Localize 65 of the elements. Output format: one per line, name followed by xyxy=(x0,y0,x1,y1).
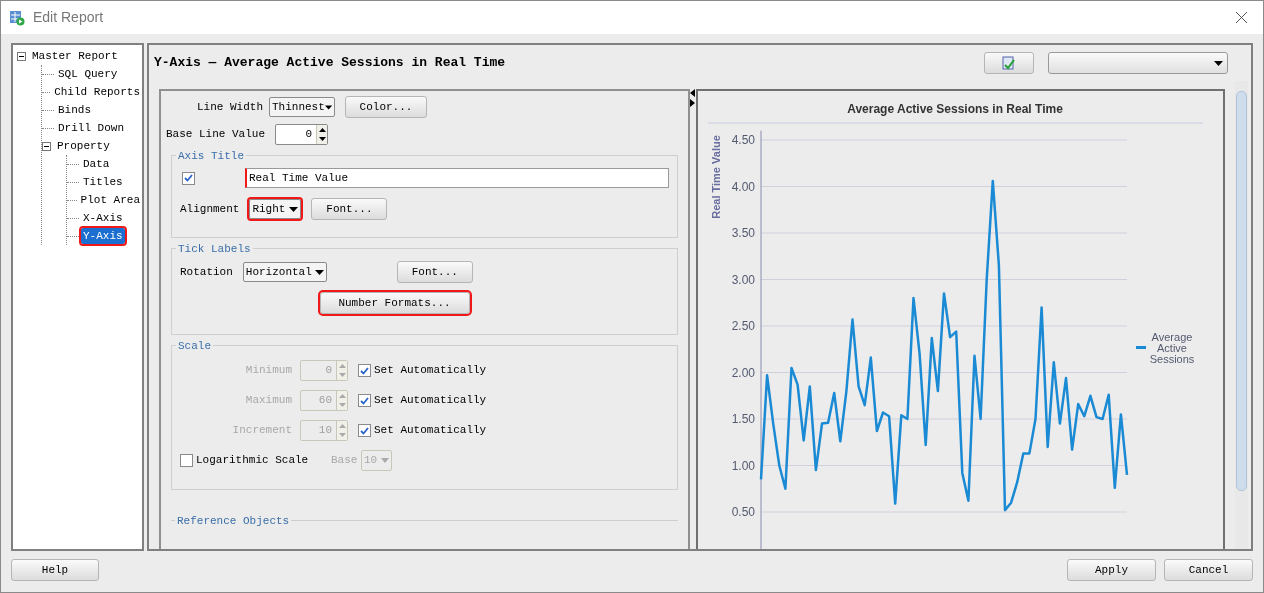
tick-label: 2.50 xyxy=(731,319,755,333)
down-arrow-icon[interactable] xyxy=(318,137,326,142)
number-formats-button[interactable]: Number Formats... xyxy=(319,292,470,314)
tick-label: 2.00 xyxy=(731,365,755,380)
tick-label: 4.00 xyxy=(731,179,755,194)
collapse-toggle-icon[interactable] xyxy=(17,51,26,61)
field-label: Base Line Value xyxy=(166,127,266,143)
up-arrow-icon[interactable] xyxy=(318,127,326,132)
checkbox[interactable] xyxy=(182,171,195,185)
caret-icon xyxy=(324,104,332,110)
dropdown-field[interactable] xyxy=(1048,52,1228,74)
tree-item[interactable]: Y-Axis xyxy=(81,227,125,245)
checkbox[interactable] xyxy=(180,454,193,467)
validate-button[interactable] xyxy=(984,52,1034,74)
close-icon[interactable] xyxy=(1236,12,1247,23)
tree-item[interactable]: Data xyxy=(81,155,112,173)
field-label: Rotation xyxy=(180,264,233,280)
legend-swatch xyxy=(1136,346,1146,349)
collapse-toggle-icon[interactable] xyxy=(42,141,51,151)
number-spinner[interactable]: 0 xyxy=(275,124,329,145)
tick-label: 1.00 xyxy=(731,458,755,473)
field-label: Line Width xyxy=(197,99,263,115)
font-button[interactable]: Font... xyxy=(396,261,473,283)
axis-title-input[interactable]: Real Time Value xyxy=(245,168,669,188)
tick-label: 4.50 xyxy=(731,133,755,147)
apply-button[interactable]: Apply xyxy=(1067,559,1156,581)
window-title: Edit Report xyxy=(33,8,104,27)
splitter-arrows-icon[interactable] xyxy=(690,89,695,107)
field-label: Maximum xyxy=(244,393,293,409)
field-label: Base xyxy=(331,453,359,469)
caret-icon xyxy=(1214,60,1223,66)
panel-title: Y-Axis — Average Active Sessions in Real Time xyxy=(154,54,507,73)
tree-item[interactable]: Plot Area xyxy=(78,191,142,209)
checkbox-label[interactable]: Logarithmic Scale xyxy=(196,452,331,469)
tree-item[interactable]: Child Reports xyxy=(52,83,142,101)
caret-icon xyxy=(314,269,324,275)
font-button[interactable]: Font... xyxy=(311,198,388,220)
field-label: Increment xyxy=(231,423,293,439)
help-button[interactable]: Help xyxy=(11,559,99,581)
tree-item[interactable]: Drill Down xyxy=(56,119,126,137)
color-button[interactable]: Color... xyxy=(345,96,427,118)
cancel-button[interactable]: Cancel xyxy=(1164,559,1253,581)
tree-item[interactable]: X-Axis xyxy=(81,209,125,227)
field-label: Alignment xyxy=(180,201,240,217)
report-play-icon xyxy=(9,9,25,26)
caret-icon xyxy=(289,206,299,212)
axis-title: Real Time Value xyxy=(710,135,722,219)
checklist-icon xyxy=(1001,55,1017,71)
tree-item[interactable]: Master Report xyxy=(30,47,120,65)
alignment-dropdown[interactable]: Right xyxy=(249,199,302,219)
field-label: Minimum xyxy=(244,363,293,379)
rotation-dropdown[interactable]: Horizontal xyxy=(242,262,327,282)
tick-label: 3.50 xyxy=(731,226,755,240)
caret-icon xyxy=(381,458,389,463)
tree-item[interactable]: Titles xyxy=(81,173,125,191)
tick-label: 1.50 xyxy=(731,412,755,426)
tree-item[interactable]: Binds xyxy=(56,101,93,119)
line-width-dropdown[interactable]: Thinnest xyxy=(269,97,335,117)
tick-label: 3.00 xyxy=(731,272,755,287)
legend-label: Average Active Sessions xyxy=(1149,331,1195,365)
tick-label: 0.50 xyxy=(731,505,755,519)
scrollbar[interactable] xyxy=(1235,81,1248,549)
tree-item[interactable]: Property xyxy=(55,137,112,155)
tree-item[interactable]: SQL Query xyxy=(56,65,120,83)
chart-title: Average Active Sessions in Real Time xyxy=(847,102,1063,116)
